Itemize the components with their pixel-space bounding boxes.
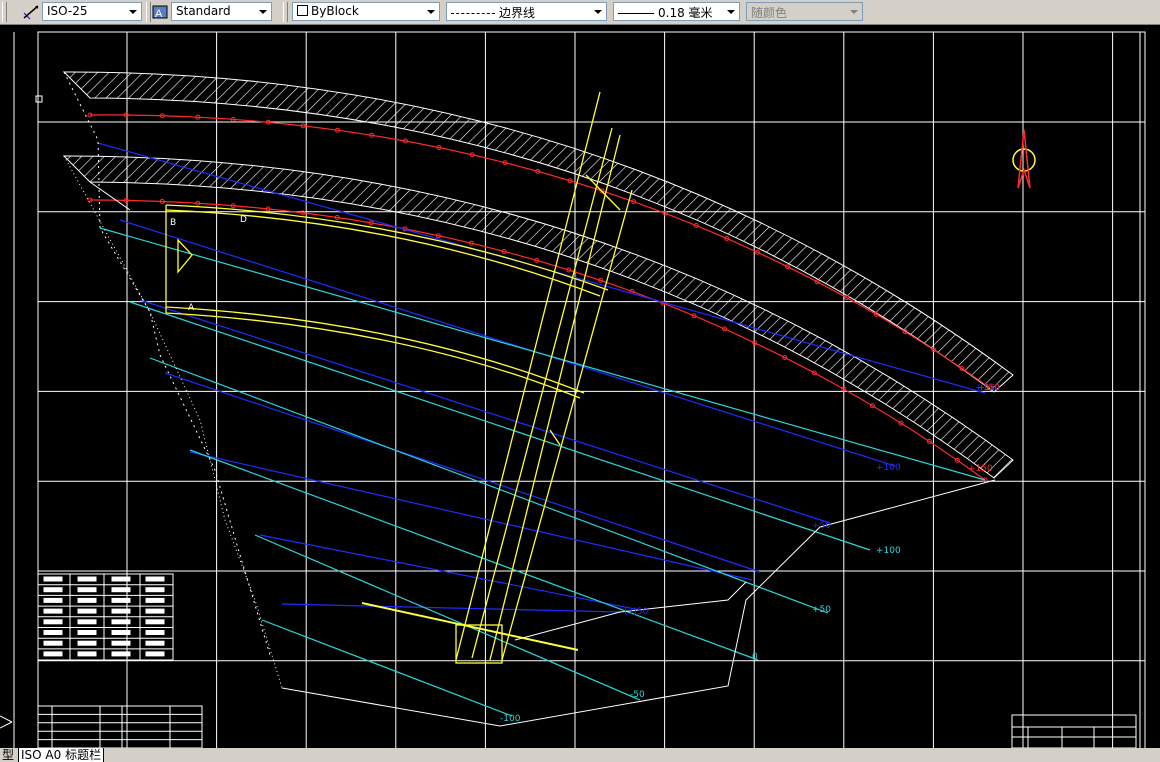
legend-symbol xyxy=(111,630,131,635)
textstyle-value: Standard xyxy=(176,4,231,18)
drawing-label: B xyxy=(170,218,176,228)
legend-symbol xyxy=(77,619,97,625)
legend-symbol xyxy=(145,587,165,593)
legend-symbol xyxy=(145,597,165,603)
parts-border xyxy=(37,705,203,748)
legend-symbol xyxy=(43,630,63,635)
legend-symbol xyxy=(145,651,165,657)
lineweight-select[interactable]: 0.18 毫米 xyxy=(613,2,740,21)
legend-symbol xyxy=(77,608,97,614)
color-select[interactable]: ByBlock xyxy=(292,2,440,21)
legend-symbol xyxy=(111,576,131,582)
contour-label: +150 xyxy=(978,383,1000,392)
linetype-select[interactable]: 边界线 xyxy=(446,2,607,21)
plotstyle-value: 随颜色 xyxy=(751,6,788,20)
lineweight-value: 0.18 毫米 xyxy=(658,6,713,20)
legend-symbol xyxy=(43,640,63,646)
drawing-label: D xyxy=(240,215,247,225)
legend-symbol xyxy=(77,587,97,593)
linetype-value: 边界线 xyxy=(499,6,536,20)
contour-label: +100 xyxy=(876,463,901,473)
properties-toolbar: ISO-25 A Standard ByBlock 边界线 0.18 毫米 随颜… xyxy=(0,0,1160,25)
title-block xyxy=(1011,714,1137,748)
layout-tabs: 型 ISO A0 标题栏 xyxy=(0,748,1160,762)
legend-symbol xyxy=(43,587,63,593)
contour-label: (3)50 xyxy=(624,607,648,617)
chevron-down-icon[interactable] xyxy=(255,3,271,20)
legend-table xyxy=(37,573,174,661)
color-swatch xyxy=(297,5,308,16)
contour-label: +50 xyxy=(812,605,831,615)
legend-symbol xyxy=(145,608,165,614)
legend-symbol xyxy=(43,597,63,603)
text-style-icon[interactable]: A xyxy=(151,3,169,21)
chevron-down-icon[interactable] xyxy=(125,3,141,20)
legend-symbol xyxy=(111,608,131,614)
parts-table xyxy=(37,705,203,748)
contour-label: -50 xyxy=(630,690,645,700)
legend-symbol xyxy=(43,608,63,614)
north-arrow-icon xyxy=(1012,129,1036,189)
legend-symbol xyxy=(111,640,131,646)
contour-label: +100 xyxy=(876,546,901,556)
chevron-down-icon[interactable] xyxy=(590,3,606,20)
legend-symbol xyxy=(111,651,131,657)
legend-symbol xyxy=(77,630,97,635)
toolbar-grip[interactable] xyxy=(2,2,7,22)
legend-symbol xyxy=(43,576,63,582)
legend-symbol xyxy=(77,597,97,603)
legend-symbol xyxy=(111,619,131,625)
legend-symbol xyxy=(77,651,97,657)
color-value: ByBlock xyxy=(311,4,359,18)
chevron-down-icon[interactable] xyxy=(723,3,739,20)
legend-symbol xyxy=(43,651,63,657)
linetype-sample xyxy=(451,13,495,14)
dimension-style-icon[interactable] xyxy=(22,3,40,21)
contour-label: -100 xyxy=(500,714,521,724)
legend-symbol xyxy=(111,587,131,593)
ucs-icon xyxy=(0,715,13,729)
legend-symbol xyxy=(145,619,165,625)
legend-symbol xyxy=(111,597,131,603)
drawing-canvas[interactable]: +100 +50 0 -50 -100 +150 +100 +50 (3)50 … xyxy=(0,24,1160,748)
snap-marker xyxy=(35,95,43,103)
dimstyle-value: ISO-25 xyxy=(47,4,88,18)
textstyle-select[interactable]: Standard xyxy=(171,2,272,21)
contour-label: +50 xyxy=(812,521,831,531)
contour-label: 0 xyxy=(752,652,758,662)
drawing-label: A xyxy=(188,303,195,313)
cad-drawing[interactable]: +100 +50 0 -50 -100 +150 +100 +50 (3)50 … xyxy=(0,24,1160,748)
chevron-down-icon xyxy=(846,3,862,20)
legend-symbol xyxy=(43,619,63,625)
chevron-down-icon[interactable] xyxy=(423,3,439,20)
svg-text:A: A xyxy=(155,8,163,20)
legend-symbol xyxy=(77,640,97,646)
tab-layout[interactable]: ISO A0 标题栏 xyxy=(18,748,105,762)
lineweight-sample xyxy=(618,13,654,14)
legend-symbol xyxy=(145,630,165,635)
contour-label: +150 xyxy=(968,464,993,474)
dimstyle-select[interactable]: ISO-25 xyxy=(42,2,142,21)
legend-symbol xyxy=(77,576,97,582)
plotstyle-select: 随颜色 xyxy=(746,2,863,21)
legend-symbol xyxy=(145,640,165,646)
tab-model[interactable]: 型 xyxy=(0,748,16,762)
toolbar-grip[interactable] xyxy=(283,2,288,22)
legend-symbol xyxy=(145,576,165,582)
